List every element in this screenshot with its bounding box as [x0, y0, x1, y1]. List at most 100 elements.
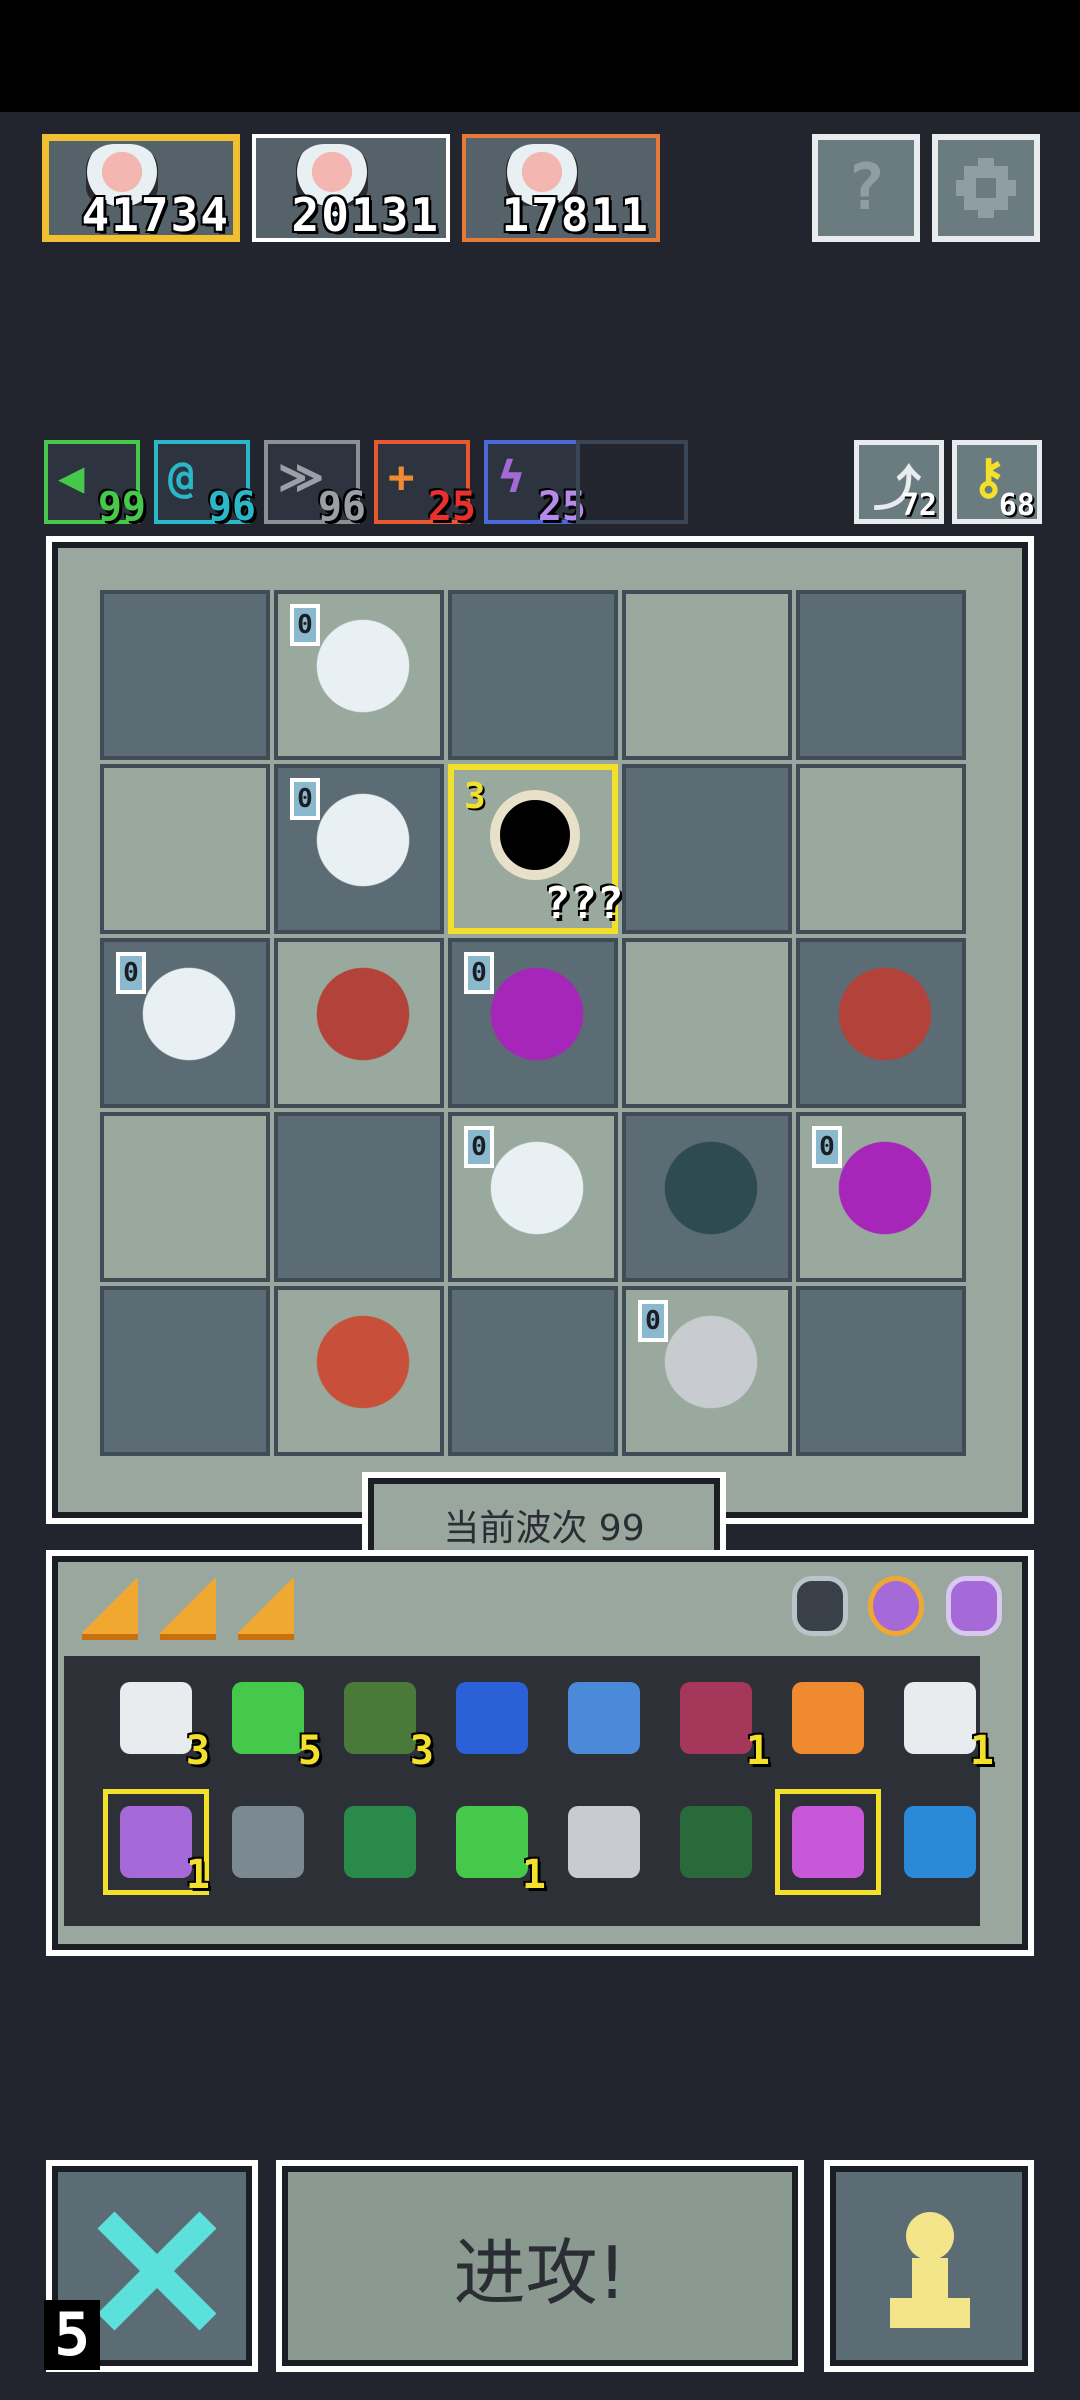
unit-level-badge: 0	[812, 1126, 842, 1168]
item-shape	[904, 1682, 976, 1754]
board-cell[interactable]: 0	[274, 590, 444, 760]
resource-value: 99	[97, 484, 146, 530]
board-cell[interactable]	[100, 764, 270, 934]
hero-portrait-2[interactable]: 20131	[252, 134, 450, 242]
item-shape	[232, 1806, 304, 1878]
unit-level-badge: 0	[116, 952, 146, 994]
orange-triangle-icon[interactable]	[238, 1578, 294, 1640]
mage-unit-icon	[820, 962, 950, 1092]
board-cell[interactable]: 0	[274, 764, 444, 934]
blue-drop-icon[interactable]	[892, 1794, 988, 1890]
potion-jar-icon[interactable]: 1	[103, 1789, 210, 1898]
help-button[interactable]: ?	[812, 134, 920, 242]
purple-bag-icon[interactable]	[946, 1576, 1002, 1636]
item-shape	[680, 1682, 752, 1754]
board-cell[interactable]	[796, 938, 966, 1108]
question-icon: ?	[846, 151, 886, 225]
board-cell[interactable]	[274, 1286, 444, 1456]
gear-icon	[956, 158, 1016, 218]
board-cell[interactable]: 0	[100, 938, 270, 1108]
orange-triangle-icon[interactable]	[160, 1578, 216, 1640]
board-cell[interactable]	[100, 590, 270, 760]
pawn-button[interactable]	[824, 2160, 1034, 2372]
unit-level-badge: 0	[464, 952, 494, 994]
hero-score: 41734	[81, 188, 230, 242]
pawn-icon	[890, 2212, 970, 2328]
orange-triangle-icon[interactable]	[82, 1578, 138, 1640]
settings-button[interactable]	[932, 134, 1040, 242]
item-count: 3	[409, 1728, 434, 1774]
resource-slot-empty	[576, 440, 688, 524]
board-cell[interactable]	[622, 1112, 792, 1282]
item-count: 1	[969, 1728, 994, 1774]
hero-score: 17811	[501, 188, 650, 242]
item-count: 1	[185, 1852, 210, 1898]
orange-plus-icon: +	[388, 452, 415, 503]
resource-orange[interactable]: + 25	[374, 440, 476, 530]
item-shape	[904, 1806, 976, 1878]
unknown-tag: ???	[544, 878, 624, 929]
board-cell[interactable]: 0	[796, 1112, 966, 1282]
water-tome-icon[interactable]	[444, 1670, 540, 1766]
white-feather-icon[interactable]: 1	[892, 1670, 994, 1774]
resource-cyan[interactable]: @ 96	[154, 440, 256, 530]
resource-green[interactable]: ◀ 99	[44, 440, 146, 530]
demon-shield-icon[interactable]: 1	[668, 1670, 770, 1774]
hero-portrait-1[interactable]: 41734	[42, 134, 240, 242]
attack-label: 进攻!	[453, 2230, 627, 2315]
board-cell[interactable]	[622, 764, 792, 934]
board-cell[interactable]: 0	[448, 1112, 618, 1282]
green-arrow-icon: ◀	[58, 452, 85, 503]
board-cell[interactable]	[796, 764, 966, 934]
board-cell[interactable]	[448, 590, 618, 760]
green-arrow-wand-icon[interactable]	[332, 1794, 428, 1890]
wave-text: 当前波次 99	[443, 1508, 645, 1549]
scroll-icon[interactable]: 3	[108, 1670, 210, 1774]
hero-score: 20131	[291, 188, 440, 242]
board-cell[interactable]	[100, 1286, 270, 1456]
attack-button[interactable]: 进攻!	[276, 2160, 804, 2372]
green-gem-icon[interactable]: 5	[220, 1670, 322, 1774]
purple-key-icon[interactable]	[775, 1789, 881, 1895]
item-shape	[680, 1806, 752, 1878]
board-cell[interactable]: 0	[448, 938, 618, 1108]
goblin-helmet-icon[interactable]: 3	[332, 1670, 434, 1774]
resource-value: 96	[207, 484, 256, 530]
board-cell[interactable]	[796, 1286, 966, 1456]
hero-portrait-3[interactable]: 17811	[462, 134, 660, 242]
resource-purple[interactable]: ϟ 25	[484, 440, 586, 530]
board-cell[interactable]	[622, 938, 792, 1108]
board-cell[interactable]	[622, 590, 792, 760]
item-shape	[344, 1682, 416, 1754]
purple-lightning-icon: ϟ	[498, 452, 525, 503]
vine-icon[interactable]: 1	[444, 1794, 546, 1898]
orange-ring-icon[interactable]	[868, 1576, 924, 1636]
item-shape	[456, 1806, 528, 1878]
board-cell[interactable]	[274, 938, 444, 1108]
unit-level-badge: 0	[638, 1300, 668, 1342]
item-shape	[120, 1806, 192, 1878]
item-shape	[120, 1682, 192, 1754]
item-shape	[456, 1682, 528, 1754]
anvil-icon[interactable]	[220, 1794, 316, 1890]
dagger-icon[interactable]	[556, 1794, 652, 1890]
gray-helmet-icon[interactable]	[792, 1576, 848, 1636]
blue-claw-icon[interactable]	[556, 1670, 652, 1766]
board-cell[interactable]	[274, 1112, 444, 1282]
plant-unit-icon	[298, 1310, 428, 1440]
board-cell[interactable]: 3???	[448, 764, 623, 934]
resource-value: 25	[427, 484, 476, 530]
board-cell[interactable]	[100, 1112, 270, 1282]
board-cell[interactable]: 0	[622, 1286, 792, 1456]
board-cell[interactable]	[448, 1286, 618, 1456]
mage-unit-icon	[298, 962, 428, 1092]
key-counter[interactable]: ⚷ 68	[952, 440, 1042, 524]
resource-gray[interactable]: ≫ 96	[264, 440, 366, 530]
rune-book-icon[interactable]	[668, 1794, 764, 1890]
item-grid: 3 5 3 1 1 1 1	[64, 1656, 994, 1926]
undo-counter[interactable]: ⤴ 72	[854, 440, 944, 524]
orange-horn-icon[interactable]	[780, 1670, 876, 1766]
item-count: 5	[297, 1728, 322, 1774]
board-cell[interactable]	[796, 590, 966, 760]
status-bar	[0, 0, 1080, 112]
